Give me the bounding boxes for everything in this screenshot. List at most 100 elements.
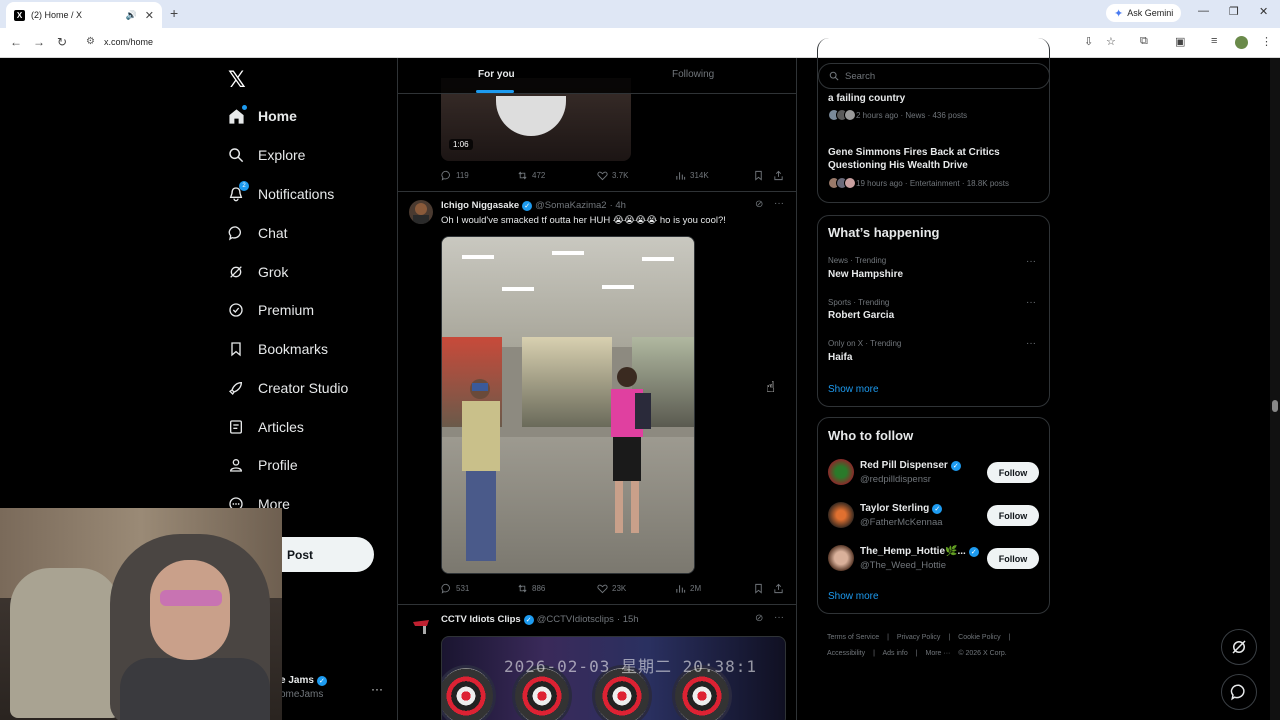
trend-name[interactable]: Robert Garcia [828,310,894,321]
repost-button[interactable]: 886 [517,583,545,594]
footer-link[interactable]: Cookie Policy [958,634,1000,641]
grok-floating-button[interactable] [1221,629,1257,665]
x-favicon-icon: X [14,9,25,21]
browser-tab[interactable]: X (2) Home / X 🔊 ✕ [6,2,162,28]
footer-link[interactable]: Ads info [882,650,907,657]
tweet-author-avatar[interactable] [409,614,433,638]
trend-name[interactable]: Haifa [828,352,852,363]
scrollbar-thumb[interactable] [1272,400,1278,412]
follow-button[interactable]: Follow [987,462,1039,483]
trend-more-icon[interactable]: ··· [1026,297,1036,308]
ask-gemini-button[interactable]: ✦ Ask Gemini [1106,4,1182,22]
browser-profile-avatar[interactable] [1235,36,1248,49]
footer-link[interactable]: More ··· [926,650,951,657]
footer-link[interactable]: Privacy Policy [897,634,941,641]
tab-close-icon[interactable]: ✕ [145,9,154,22]
tweet-divider [398,604,796,605]
ask-gemini-label: Ask Gemini [1127,8,1174,18]
reply-button[interactable]: 531 [441,583,469,594]
account-switcher[interactable]: e Jams ✓ omeJams [280,675,327,700]
nav-grok[interactable]: Grok [227,259,288,285]
heart-icon [597,171,608,181]
follow-button[interactable]: Follow [987,505,1039,526]
search-input[interactable]: Search [818,63,1050,89]
footer-link[interactable]: Terms of Service [827,634,879,641]
grok-explain-icon[interactable]: ⊘ [755,613,763,624]
like-button[interactable]: 23K [597,583,626,594]
tweet-more-icon[interactable]: ··· [774,198,784,209]
messages-floating-button[interactable] [1221,674,1257,710]
bookmark-button[interactable] [753,170,764,181]
share-button[interactable] [773,170,784,181]
reload-icon[interactable]: ↻ [57,35,67,49]
back-icon[interactable]: ← [10,35,22,49]
nav-bookmarks[interactable]: Bookmarks [227,336,328,362]
account-more-icon[interactable]: ··· [371,682,383,696]
restore-icon[interactable]: ❐ [1229,5,1239,18]
avatar[interactable] [828,545,854,571]
nav-premium[interactable]: Premium [227,297,314,323]
tweet-time[interactable]: · 4h [610,200,626,211]
minimize-icon[interactable]: — [1198,5,1209,17]
trend-more-icon[interactable]: ··· [1026,256,1036,267]
grok-explain-icon[interactable]: ⊘ [755,199,763,210]
install-app-icon[interactable]: ⇩ [1084,35,1093,48]
share-button[interactable] [773,583,784,594]
media-controls-icon[interactable]: ≡ [1211,35,1217,47]
tab-for-you[interactable]: For you [478,69,515,80]
views-button[interactable]: 314K [675,170,709,181]
views-button[interactable]: 2M [675,583,701,594]
news-item-title[interactable]: Gene Simmons Fires Back at Critics Quest… [828,146,1040,172]
avatar[interactable] [828,459,854,485]
tweet-time[interactable]: · 15h [617,614,639,625]
extensions-icon[interactable]: ⧉ [1140,35,1148,48]
nav-chat[interactable]: Chat [227,220,288,246]
follow-button[interactable]: Follow [987,548,1039,569]
browser-menu-icon[interactable]: ⋮ [1261,35,1272,48]
tweet-more-icon[interactable]: ··· [774,612,784,623]
avatar[interactable] [828,502,854,528]
x-logo-icon[interactable]: 𝕏 [228,67,246,93]
tweet-author-name[interactable]: CCTV Idiots Clips [441,614,521,625]
suggested-account-name[interactable]: Red Pill Dispenser ✓ [860,460,961,471]
url-field[interactable]: x.com/home [104,37,153,47]
tweet-video[interactable]: 2026-02-03 星期二 20:38:1 [441,636,786,720]
tweet-video[interactable] [441,236,695,574]
news-item-title[interactable]: a failing country [828,92,1040,105]
repost-button[interactable]: 472 [517,170,545,181]
forward-icon[interactable]: → [33,35,45,49]
view-count: 314K [690,171,709,180]
nav-profile[interactable]: Profile [227,452,298,478]
suggested-account-name[interactable]: The_Hemp_Hottie🌿... ✓ [860,546,979,557]
reply-button[interactable]: 119 [441,170,469,181]
follow-show-more-link[interactable]: Show more [828,591,879,602]
bookmark-icon [755,170,762,181]
page-scrollbar[interactable] [1270,58,1280,720]
home-icon [227,105,247,125]
nav-home[interactable]: Home [227,103,297,129]
trends-show-more-link[interactable]: Show more [828,384,879,395]
bookmark-button[interactable] [753,583,764,594]
tab-following[interactable]: Following [672,69,714,80]
tweet-author-name[interactable]: Ichigo Niggasake [441,200,519,211]
close-window-icon[interactable]: ✕ [1259,5,1268,18]
heart-icon [597,584,608,594]
nav-articles[interactable]: Articles [227,414,304,440]
nav-creator-studio[interactable]: Creator Studio [227,375,348,401]
tweet-author-handle[interactable]: @SomaKazima2 [535,200,606,211]
sidepanel-icon[interactable]: ▣ [1175,35,1185,48]
like-button[interactable]: 3.7K [597,170,628,181]
site-info-icon[interactable]: ⚙ [86,36,95,47]
trend-name[interactable]: New Hampshire [828,269,903,280]
suggested-account-name[interactable]: Taylor Sterling ✓ [860,503,943,514]
search-placeholder: Search [845,70,876,82]
footer-link[interactable]: Accessibility [827,650,865,657]
nav-explore[interactable]: Explore [227,142,305,168]
trend-more-icon[interactable]: ··· [1026,338,1036,349]
tweet-author-avatar[interactable] [409,200,433,224]
bookmark-star-icon[interactable]: ☆ [1106,35,1116,48]
speaker-icon[interactable]: 🔊 [126,10,137,21]
new-tab-button[interactable]: + [170,5,178,21]
nav-notifications[interactable]: 2 Notifications [227,181,334,207]
tweet-author-handle[interactable]: @CCTVIdiotsclips [537,614,614,625]
